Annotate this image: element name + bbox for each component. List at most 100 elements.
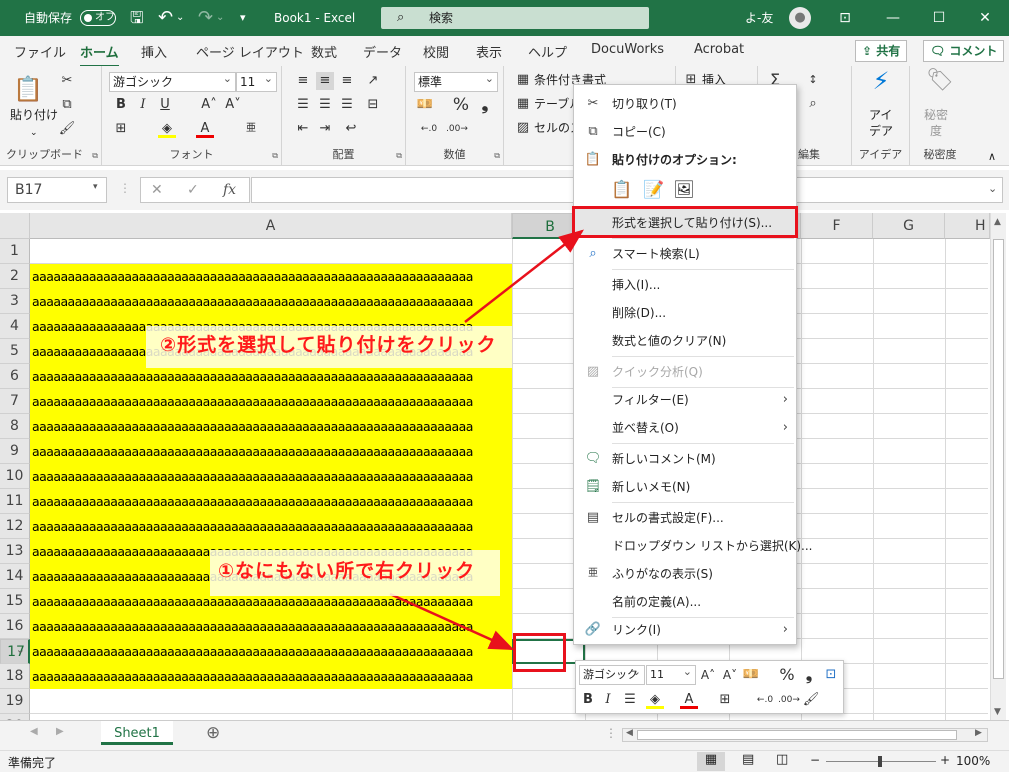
increase-decimal-icon[interactable]: ←.0	[416, 120, 442, 138]
redo-icon[interactable]: ↷	[198, 0, 213, 36]
paste-icon[interactable]: 📋	[610, 177, 634, 203]
tab-splitter-icon[interactable]: ⋮	[605, 726, 617, 740]
avatar-icon[interactable]: ●	[789, 7, 811, 29]
sensitivity-icon[interactable]: 🏷	[926, 70, 954, 102]
vertical-scroll-thumb[interactable]	[993, 239, 1004, 679]
row-header-2[interactable]: 2	[0, 264, 30, 289]
cell-a16[interactable]: aaaaaaaaaaaaaaaaaaaaaaaaaaaaaaaaaaaaaaaa…	[30, 614, 512, 639]
row-header-7[interactable]: 7	[0, 389, 30, 414]
wrap-text-icon[interactable]: ↩	[342, 120, 360, 138]
name-box-dropdown-icon[interactable]: ▾	[93, 182, 98, 192]
mini-accounting-icon[interactable]: 💴	[742, 666, 760, 684]
menu-item-new-note[interactable]: 🗒 新しいメモ(N)	[574, 473, 796, 501]
sheet-tab-sheet1[interactable]: Sheet1	[101, 721, 173, 745]
row-header-11[interactable]: 11	[0, 489, 30, 514]
mini-font-color-icon[interactable]: A	[680, 691, 698, 709]
format-painter-icon[interactable]: 🖌	[58, 120, 76, 138]
column-header-h[interactable]: H	[945, 213, 990, 239]
zoom-level[interactable]: 100%	[956, 754, 990, 768]
row-header-19[interactable]: 19	[0, 689, 30, 714]
tab-insert[interactable]: 挿入	[141, 42, 167, 61]
number-launcher-icon[interactable]: ⧉	[494, 151, 500, 161]
cell-a7[interactable]: aaaaaaaaaaaaaaaaaaaaaaaaaaaaaaaaaaaaaaaa…	[30, 389, 512, 414]
find-select-icon[interactable]: ⌕	[804, 95, 822, 113]
cell-a18[interactable]: aaaaaaaaaaaaaaaaaaaaaaaaaaaaaaaaaaaaaaaa…	[30, 664, 512, 689]
add-sheet-icon[interactable]: ⊕	[206, 723, 220, 743]
font-color-icon[interactable]: A	[196, 120, 214, 138]
paste-icon[interactable]: 📋	[12, 74, 44, 104]
insert-function-icon[interactable]: fx	[223, 178, 236, 202]
align-center-icon[interactable]: ☰	[316, 96, 334, 114]
underline-icon[interactable]: U	[156, 96, 174, 114]
menu-item-cut[interactable]: ✂ 切り取り(T)	[574, 90, 796, 118]
paste-dropdown-icon[interactable]: ⌄	[30, 124, 38, 142]
tab-review[interactable]: 校閲	[423, 42, 449, 61]
ideas-icon[interactable]: ⚡	[868, 69, 894, 102]
row-header-8[interactable]: 8	[0, 414, 30, 439]
normal-view-icon[interactable]: ▦	[697, 752, 725, 771]
maximize-icon[interactable]: ☐	[916, 0, 962, 36]
tab-acrobat[interactable]: Acrobat	[694, 42, 744, 57]
next-sheet-icon[interactable]: ▶	[56, 726, 64, 737]
menu-item-insert[interactable]: 挿入(I)...	[574, 271, 796, 299]
cut-icon[interactable]: ✂	[58, 72, 76, 90]
mini-borders-icon[interactable]: ⊞	[716, 691, 734, 709]
undo-dropdown-icon[interactable]: ⌄	[176, 0, 184, 36]
mini-align-center-icon[interactable]: ☰	[621, 691, 639, 709]
tab-formulas[interactable]: 数式	[311, 42, 337, 61]
mini-percent-icon[interactable]: %	[778, 666, 796, 684]
close-icon[interactable]: ✕	[962, 0, 1008, 36]
row-header-14[interactable]: 14	[0, 564, 30, 589]
menu-item-define-name[interactable]: 名前の定義(A)...	[574, 588, 796, 616]
menu-item-phonetic[interactable]: 亜 ふりがなの表示(S)	[574, 560, 796, 588]
ribbon-display-icon[interactable]: ⊡	[822, 0, 868, 36]
menu-item-format-cells[interactable]: ▤ セルの書式設定(F)...	[574, 504, 796, 532]
align-left-icon[interactable]: ☰	[294, 96, 312, 114]
menu-item-sort[interactable]: 並べ替え(O) ›	[574, 414, 796, 442]
phonetic-icon[interactable]: 亜	[242, 120, 260, 138]
mini-fill-color-icon[interactable]: ◈	[646, 691, 664, 709]
paste-formulas-icon[interactable]: 📝	[642, 177, 666, 203]
column-header-a[interactable]: A	[30, 213, 512, 239]
row-header-15[interactable]: 15	[0, 589, 30, 614]
orientation-icon[interactable]: ↗	[364, 72, 382, 90]
horizontal-scroll-thumb[interactable]	[637, 730, 957, 740]
menu-item-clear-contents[interactable]: 数式と値のクリア(N)	[574, 327, 796, 355]
align-bottom-icon[interactable]: ≡	[338, 72, 356, 90]
splitter-icon[interactable]: ⋮	[119, 181, 131, 195]
tab-page-layout[interactable]: ページ レイアウト	[196, 42, 304, 61]
column-header-f[interactable]: F	[801, 213, 873, 239]
minimize-icon[interactable]: —	[870, 0, 916, 36]
paste-picture-icon[interactable]: 🖼	[672, 177, 696, 203]
menu-item-link[interactable]: 🔗 リンク(I) ›	[574, 616, 796, 644]
alignment-launcher-icon[interactable]: ⧉	[396, 151, 402, 161]
cell-a9[interactable]: aaaaaaaaaaaaaaaaaaaaaaaaaaaaaaaaaaaaaaaa…	[30, 439, 512, 464]
cancel-icon[interactable]: ✕	[151, 178, 163, 202]
mini-font-select[interactable]: 游ゴシック	[579, 663, 645, 685]
fill-color-icon[interactable]: ◈	[158, 120, 176, 138]
font-size-select[interactable]: 11	[236, 70, 277, 92]
row-header-12[interactable]: 12	[0, 514, 30, 539]
zoom-in-icon[interactable]: +	[940, 753, 950, 767]
accounting-format-icon[interactable]: 💴	[416, 96, 434, 114]
zoom-slider-handle[interactable]	[878, 756, 882, 767]
row-header-17[interactable]: 17	[0, 637, 30, 664]
tab-home[interactable]: ホーム	[80, 42, 119, 68]
cell-a11[interactable]: aaaaaaaaaaaaaaaaaaaaaaaaaaaaaaaaaaaaaaaa…	[30, 489, 512, 514]
name-box[interactable]: B17	[7, 177, 107, 203]
mini-size-select[interactable]: 11	[646, 663, 696, 685]
row-header-4[interactable]: 4	[0, 314, 30, 339]
column-header-g[interactable]: G	[873, 213, 945, 239]
mini-bold-icon[interactable]: B	[579, 691, 597, 709]
row-header-3[interactable]: 3	[0, 289, 30, 314]
select-all-corner[interactable]	[0, 213, 30, 239]
align-right-icon[interactable]: ☰	[338, 96, 356, 114]
mini-format-painter-icon[interactable]: 🖌	[802, 691, 820, 709]
row-header-10[interactable]: 10	[0, 464, 30, 489]
scroll-up-icon[interactable]: ▲	[994, 217, 1001, 227]
horizontal-scrollbar[interactable]: ◀ ▶	[622, 728, 988, 742]
paste-button[interactable]: 貼り付け	[10, 106, 58, 124]
merge-center-icon[interactable]: ⊟	[364, 96, 382, 114]
vertical-scrollbar[interactable]: ▲ ▼	[990, 213, 1006, 720]
row-header-1[interactable]: 1	[0, 239, 30, 264]
